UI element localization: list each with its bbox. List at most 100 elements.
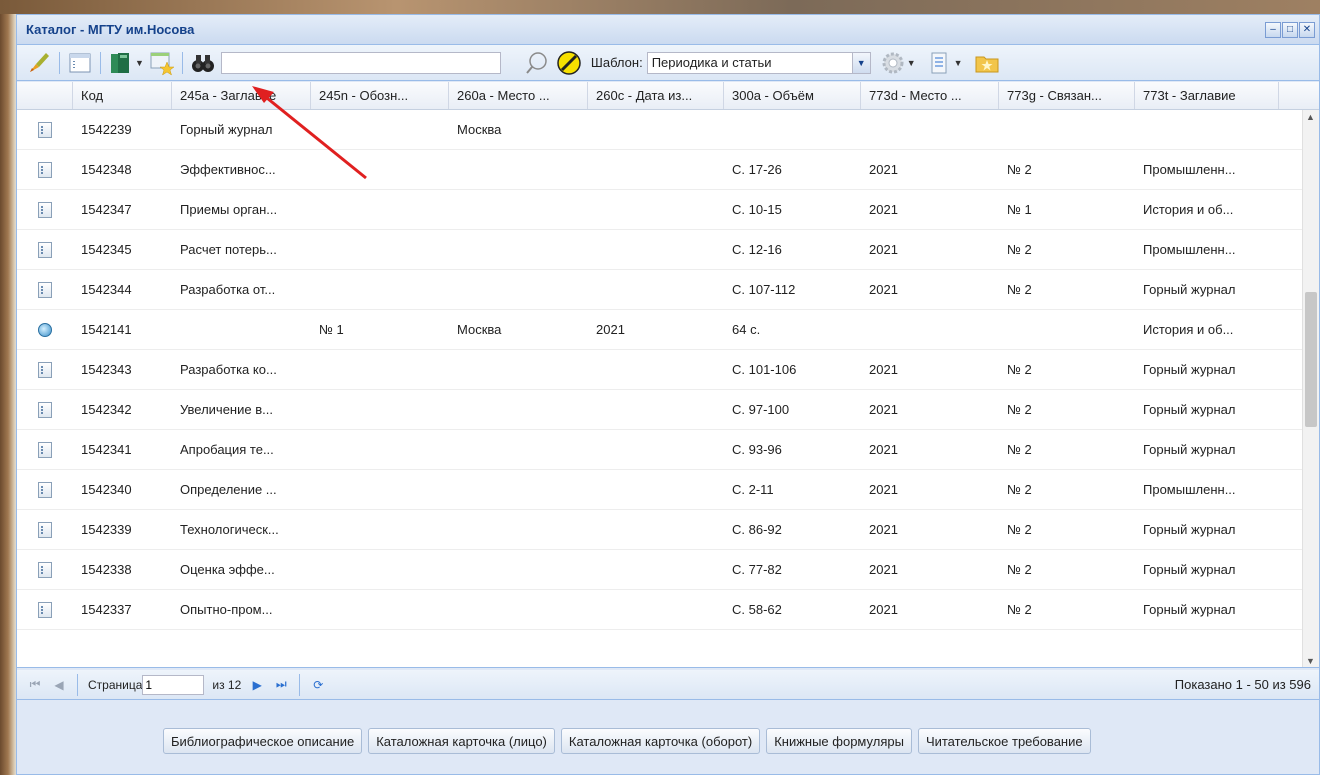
- scroll-up-icon[interactable]: ▲: [1306, 112, 1315, 122]
- row-icon-cell[interactable]: [17, 390, 73, 429]
- table-row[interactable]: 1542341 Апробация те... С. 93-96 2021 № 2 Гор…: [17, 430, 1319, 470]
- chevron-down-icon[interactable]: ▼: [851, 52, 870, 73]
- grid-scrollbar[interactable]: ▲ ▼: [1302, 110, 1319, 667]
- table-row[interactable]: 1542337 Опытно-пром... С. 58-62 2021 № 2 Горн…: [17, 590, 1319, 630]
- search-icon[interactable]: [523, 49, 551, 77]
- column-header-300a[interactable]: 300a - Объём: [724, 82, 861, 109]
- cell-773g: № 2: [1007, 562, 1032, 577]
- minimize-button[interactable]: –: [1265, 22, 1281, 38]
- window-titlebar[interactable]: Каталог - МГТУ им.Носова – □ ✕: [17, 15, 1319, 45]
- document-record-icon: [37, 481, 52, 498]
- table-row[interactable]: 1542348 Эффективнос... С. 17-26 2021 № 2 Пром…: [17, 150, 1319, 190]
- table-row[interactable]: 1542344 Разработка от... С. 107-112 2021 № 2…: [17, 270, 1319, 310]
- cell-300a: С. 10-15: [732, 202, 782, 217]
- column-header-773g[interactable]: 773g - Связан...: [999, 82, 1135, 109]
- column-header-773d[interactable]: 773d - Место ...: [861, 82, 999, 109]
- table-row[interactable]: 1542141 № 1 Москва 2021 64 с. История и об...: [17, 310, 1319, 350]
- cell-245a: Разработка ко...: [180, 362, 277, 377]
- favorite-record-icon[interactable]: [148, 49, 176, 77]
- table-row[interactable]: 1542339 Технологическ... С. 86-92 2021 № 2 Го…: [17, 510, 1319, 550]
- cell-code: 1542340: [81, 482, 132, 497]
- row-icon-cell[interactable]: [17, 470, 73, 509]
- cell-300a: 64 с.: [732, 322, 761, 337]
- prev-page-icon[interactable]: ◀: [51, 678, 67, 692]
- row-icon-cell[interactable]: [17, 590, 73, 629]
- bibliographic-description-button[interactable]: Библиографическое описание: [163, 728, 363, 754]
- row-icon-cell[interactable]: [17, 110, 73, 149]
- reader-request-button[interactable]: Читательское требование: [917, 728, 1091, 754]
- table-row[interactable]: 1542338 Оценка эффе... С. 77-82 2021 № 2 Горн…: [17, 550, 1319, 590]
- row-icon-cell[interactable]: [17, 230, 73, 269]
- cell-code: 1542344: [81, 282, 132, 297]
- cell-245a: Апробация те...: [180, 442, 274, 457]
- last-page-icon[interactable]: ⏭: [273, 677, 289, 692]
- row-icon-cell[interactable]: [17, 310, 73, 349]
- clear-icon[interactable]: [555, 49, 583, 77]
- cell-245n: [311, 470, 449, 509]
- cell-300a: С. 97-100: [732, 402, 790, 417]
- cell-300a: С. 2-11: [732, 482, 774, 497]
- chevron-down-icon[interactable]: ▼: [907, 58, 916, 68]
- row-icon-cell[interactable]: [17, 350, 73, 389]
- template-label: Шаблон:: [590, 55, 643, 70]
- row-icon-cell[interactable]: [17, 270, 73, 309]
- action-buttons: Библиографическое описание Каталожная ка…: [17, 728, 1319, 754]
- row-icon-cell[interactable]: [17, 190, 73, 229]
- maximize-button[interactable]: □: [1282, 22, 1298, 38]
- row-icon-cell[interactable]: [17, 150, 73, 189]
- column-header-260a[interactable]: 260a - Место ...: [449, 82, 588, 109]
- catalog-card-back-button[interactable]: Каталожная карточка (оборот): [560, 728, 761, 754]
- first-page-icon[interactable]: ⏮: [27, 677, 43, 692]
- cell-code: 1542345: [81, 242, 132, 257]
- cell-260a: [449, 510, 588, 549]
- cell-300a: С. 12-16: [732, 242, 782, 257]
- cell-300a: С. 101-106: [732, 362, 797, 377]
- row-icon-cell[interactable]: [17, 550, 73, 589]
- column-header-code[interactable]: Код: [73, 82, 172, 109]
- column-header-245a[interactable]: 245a - Заглавие: [172, 82, 311, 109]
- books-icon[interactable]: [107, 49, 135, 77]
- table-row[interactable]: 1542347 Приемы орган... С. 10-15 2021 № 1 Ист…: [17, 190, 1319, 230]
- cell-245a: Технологическ...: [180, 522, 279, 537]
- chevron-down-icon[interactable]: ▼: [135, 58, 144, 68]
- cell-773t: [1135, 110, 1279, 149]
- cell-260a: [449, 590, 588, 629]
- document-record-icon: [37, 241, 52, 258]
- column-header-245n[interactable]: 245n - Обозн...: [311, 82, 449, 109]
- cell-260a: [449, 150, 588, 189]
- folder-star-icon[interactable]: [973, 49, 1001, 77]
- search-input[interactable]: [220, 51, 501, 74]
- catalog-card-front-button[interactable]: Каталожная карточка (лицо): [368, 728, 555, 754]
- settings-icon[interactable]: [879, 49, 907, 77]
- table-row[interactable]: 1542345 Расчет потерь... С. 12-16 2021 № 2 Пр…: [17, 230, 1319, 270]
- table-row[interactable]: 1542340 Определение ... С. 2-11 2021 № 2 Пром…: [17, 470, 1319, 510]
- close-button[interactable]: ✕: [1299, 22, 1315, 38]
- column-header-260c[interactable]: 260c - Дата из...: [588, 82, 724, 109]
- refresh-icon[interactable]: ⟳: [310, 678, 326, 692]
- column-header-773t[interactable]: 773t - Заглавие: [1135, 82, 1279, 109]
- column-header-icon[interactable]: [17, 82, 73, 109]
- document-record-icon: [37, 201, 52, 218]
- cell-773d: 2021: [869, 202, 898, 217]
- binoculars-icon[interactable]: [189, 49, 217, 77]
- cell-245a: Горный журнал: [180, 122, 273, 137]
- document-record-icon: [37, 361, 52, 378]
- row-icon-cell[interactable]: [17, 510, 73, 549]
- table-row[interactable]: 1542342 Увеличение в... С. 97-100 2021 № 2 Го…: [17, 390, 1319, 430]
- cell-code: 1542339: [81, 522, 132, 537]
- row-icon-cell[interactable]: [17, 430, 73, 469]
- book-forms-button[interactable]: Книжные формуляры: [766, 728, 912, 754]
- toolbar-separator: [59, 51, 60, 74]
- record-view-icon[interactable]: [66, 49, 94, 77]
- next-page-icon[interactable]: ▶: [249, 678, 265, 692]
- scroll-thumb[interactable]: [1305, 292, 1317, 427]
- edit-brush-icon[interactable]: [25, 49, 53, 77]
- export-icon[interactable]: [926, 49, 954, 77]
- chevron-down-icon[interactable]: ▼: [954, 58, 963, 68]
- scroll-down-icon[interactable]: ▼: [1306, 656, 1315, 666]
- table-row[interactable]: 1542343 Разработка ко... С. 101-106 2021 № 2…: [17, 350, 1319, 390]
- template-select[interactable]: Периодика и статьи ▼: [646, 51, 871, 74]
- page-input[interactable]: [142, 674, 205, 695]
- table-row[interactable]: 1542239 Горный журнал Москва: [17, 110, 1319, 150]
- cell-773t: Горный журнал: [1143, 602, 1236, 617]
